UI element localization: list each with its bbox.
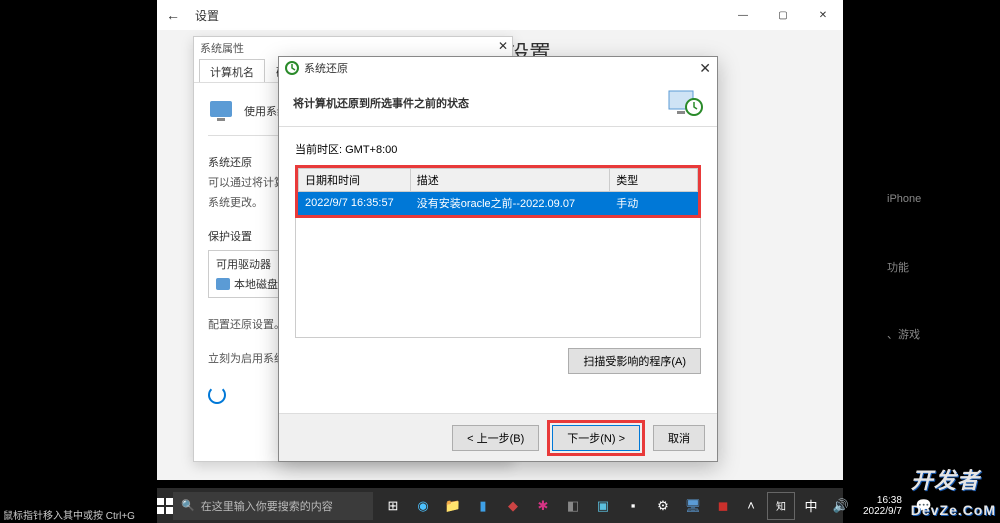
ime-icon[interactable]: 中 [797,492,825,520]
table-empty-area [295,218,701,338]
terminal-icon[interactable]: ▪ [619,492,647,520]
status-bar-text: 鼠标指针移入其中或按 Ctrl+G [3,507,135,522]
watermark: 开发者DevZe.CoM [911,463,996,521]
explorer-icon[interactable]: 📁 [439,492,467,520]
restore-points-table[interactable]: 日期和时间 描述 类型 2022/9/7 16:35:57 没有安装oracle… [298,168,698,215]
app-icon-4[interactable]: ▣ [589,492,617,520]
wizard-footer: < 上一步(B) 下一步(N) > 取消 [279,413,717,461]
close-icon[interactable]: ✕ [498,39,508,53]
tray-chevron-icon[interactable]: ˄ [737,492,765,520]
taskbar-search[interactable]: 🔍 在这里输入你要搜索的内容 [173,492,373,520]
tray-app-icon[interactable]: 知 [767,492,795,520]
start-button[interactable] [157,488,173,523]
restore-icon [285,61,299,75]
edge-icon[interactable]: ◉ [409,492,437,520]
spinner-icon [208,386,226,404]
disk-icon [216,278,230,290]
scan-affected-button[interactable]: 扫描受影响的程序(A) [568,348,701,374]
system-restore-wizard: 系统还原 ✕ 将计算机还原到所选事件之前的状态 当前时区: GMT+8:00 日… [278,56,718,462]
app-icon-5[interactable]: ◼ [709,492,737,520]
restore-point-row[interactable]: 2022/9/7 16:35:57 没有安装oracle之前--2022.09.… [299,192,698,215]
next-button[interactable]: 下一步(N) > [552,425,640,451]
settings-icon[interactable]: ⚙ [649,492,677,520]
close-icon[interactable]: ✕ [699,60,711,77]
timezone-label: 当前时区: GMT+8:00 [295,141,701,157]
vscode-icon[interactable]: ▮ [469,492,497,520]
windows-icon [157,498,173,514]
volume-icon[interactable]: 🔊 [827,492,855,520]
restore-points-table-highlight: 日期和时间 描述 类型 2022/9/7 16:35:57 没有安装oracle… [295,165,701,218]
cancel-button[interactable]: 取消 [653,425,705,451]
monitor-icon [208,99,236,123]
maximize-button[interactable]: ▢ [763,0,803,30]
monitor-clock-icon [667,87,703,119]
col-type[interactable]: 类型 [610,169,698,192]
restore-title: 系统还原 [304,60,348,76]
taskbar-clock[interactable]: 16:38 2022/9/7 [857,495,908,517]
restore-task-icon[interactable]: 🖥 [679,492,707,520]
col-datetime[interactable]: 日期和时间 [299,169,411,192]
close-button[interactable]: ✕ [803,0,843,30]
sysprops-title: 系统属性 [200,40,244,56]
restore-header-text: 将计算机还原到所选事件之前的状态 [293,95,469,111]
restore-header: 将计算机还原到所选事件之前的状态 [279,79,717,127]
app-icon-2[interactable]: ✱ [529,492,557,520]
restore-titlebar: 系统还原 ✕ [279,57,717,79]
back-button[interactable]: ← [157,7,189,23]
back-button[interactable]: < 上一步(B) [452,425,539,451]
app-icon-3[interactable]: ◧ [559,492,587,520]
app-icon[interactable]: ◆ [499,492,527,520]
settings-titlebar: ← 设置 — ▢ ✕ [157,0,843,30]
search-placeholder: 在这里输入你要搜索的内容 [201,498,333,514]
minimize-button[interactable]: — [723,0,763,30]
tab-computer-name[interactable]: 计算机名 [199,59,265,82]
taskbar: 🔍 在这里输入你要搜索的内容 ⊞ ◉ 📁 ▮ ◆ ✱ ◧ ▣ ▪ ⚙ 🖥 ◼ ˄… [157,488,843,523]
col-description[interactable]: 描述 [410,169,610,192]
settings-title: 设置 [195,7,219,24]
task-view-icon[interactable]: ⊞ [379,492,407,520]
next-button-highlight: 下一步(N) > [547,420,645,456]
search-icon: 🔍 [181,499,195,512]
